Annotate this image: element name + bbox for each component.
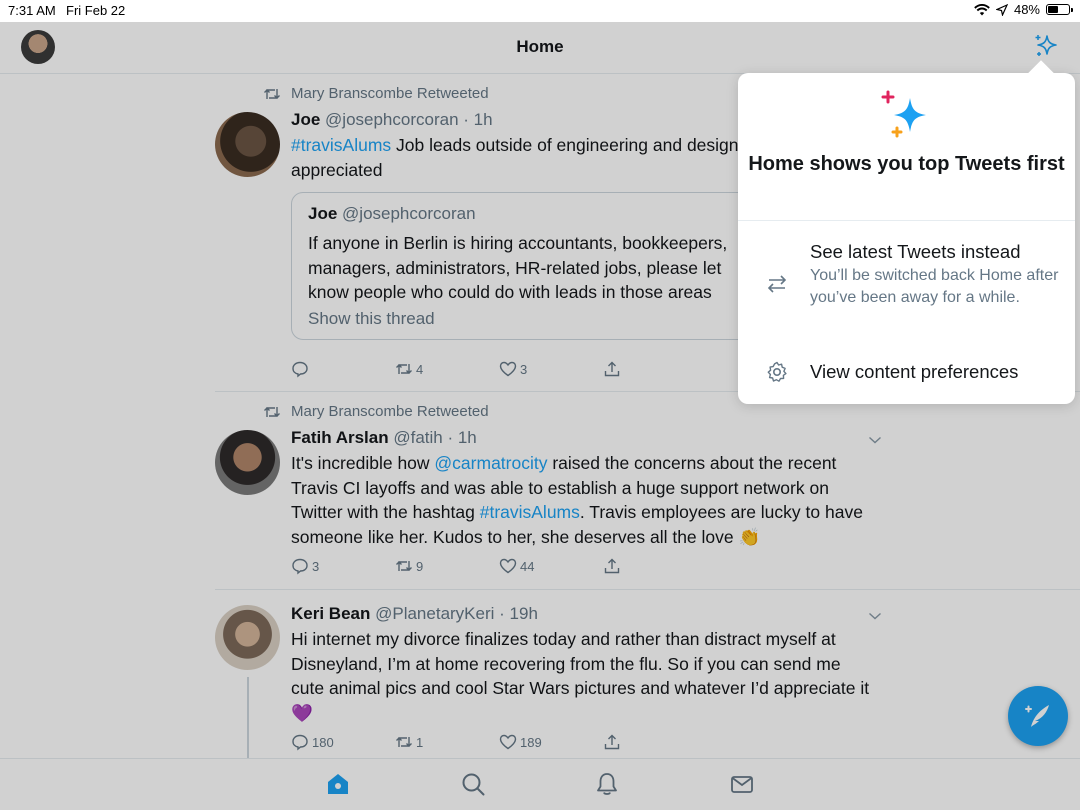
status-date: Fri Feb 22 [66,3,126,18]
wifi-icon [974,3,990,15]
view-content-preferences-label: View content preferences [810,361,1019,382]
location-icon [995,3,1008,16]
sparkle-hero-icon [881,90,926,138]
twitter-app: 7:31 AM Fri Feb 22 48% Home Mary Bransco… [0,0,1080,810]
view-content-preferences-option[interactable]: View content preferences [738,358,1075,388]
battery-percent: 48% [1013,2,1040,17]
status-right: 48% [974,2,1073,17]
see-latest-tweets-description: You’ll be switched back Home after you’v… [810,267,1059,306]
gear-icon [767,361,787,382]
see-latest-tweets-option[interactable]: See latest Tweets instead You’ll be swit… [738,238,1075,333]
popover-divider [738,220,1075,221]
see-latest-tweets-label: See latest Tweets instead [810,241,1021,262]
status-bar: 7:31 AM Fri Feb 22 48% [0,0,1080,22]
home-timeline-popover: Home shows you top Tweets first See late… [738,60,1075,404]
battery-icon [1046,4,1073,15]
popover-heading: Home shows you top Tweets first [748,153,1065,175]
switch-arrows-icon [767,275,787,293]
status-time: 7:31 AM [8,3,56,18]
